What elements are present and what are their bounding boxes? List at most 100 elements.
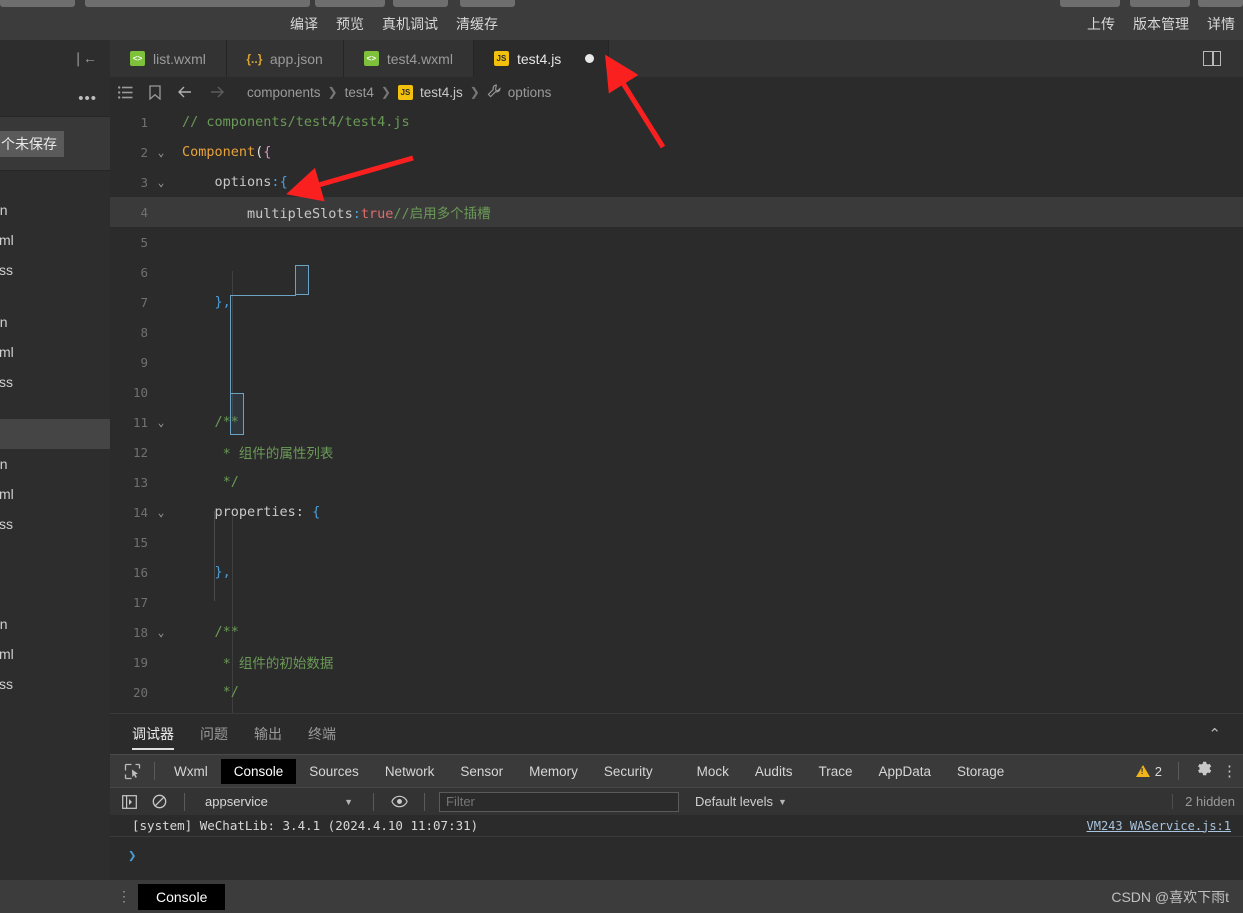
live-expression-icon[interactable] (388, 792, 410, 812)
breadcrumb-components[interactable]: components (247, 85, 321, 100)
menu-clear-cache[interactable]: 清缓存 (456, 17, 498, 31)
menu-compile[interactable]: 编译 (290, 17, 318, 31)
bottom-tab-terminal[interactable]: 终端 (308, 714, 336, 754)
code-lines-container[interactable]: 1// components/test4/test4.js 2 ⌄ Component… (110, 107, 1243, 713)
tab-test4-wxml[interactable]: <> test4.wxml (343, 40, 474, 77)
explorer-file-1[interactable]: on (0, 195, 110, 225)
code-line-11[interactable]: 11 ⌄ /** (110, 407, 1243, 437)
code-line-1[interactable]: 1 // components/test4/test4.js (110, 107, 1243, 137)
toolbar-button-4[interactable] (393, 0, 448, 7)
devtools-tab-console[interactable]: Console (220, 758, 297, 784)
console-output[interactable]: [system] WeChatLib: 3.4.1 (2024.4.10 11:… (110, 815, 1243, 875)
back-arrow-icon[interactable] (177, 85, 193, 99)
toolbar-button-3[interactable] (315, 0, 385, 7)
code-line-13[interactable]: 13 */ (110, 467, 1243, 497)
fold-chevron-icon[interactable]: ⌄ (148, 626, 174, 639)
status-badge[interactable]: 2 (1135, 764, 1162, 779)
explorer-file-4[interactable]: on (0, 307, 110, 337)
console-prompt[interactable]: ❯ (110, 837, 1243, 875)
devtools-tab-wxml[interactable]: Wxml (161, 759, 221, 784)
collapse-sidebar-icon[interactable]: ❘← (72, 50, 97, 67)
explorer-file-12[interactable]: xss (0, 669, 110, 699)
code-line-6[interactable]: 6 (110, 257, 1243, 287)
inspect-element-icon[interactable] (116, 763, 148, 780)
forward-arrow-icon[interactable] (209, 85, 225, 99)
devtools-tab-audits[interactable]: Audits (742, 759, 806, 784)
explorer-file-5[interactable]: xml (0, 337, 110, 367)
toolbar-button-1[interactable] (0, 0, 75, 7)
bottom-tab-output[interactable]: 输出 (254, 714, 282, 754)
bottom-tab-problems[interactable]: 问题 (200, 714, 228, 754)
devtools-tab-mock[interactable]: Mock (684, 759, 742, 784)
console-message-source[interactable]: VM243 WAService.js:1 (1087, 819, 1232, 833)
gear-icon[interactable] (1195, 760, 1212, 782)
code-line-9[interactable]: 9 (110, 347, 1243, 377)
fold-chevron-icon[interactable]: ⌄ (148, 146, 174, 159)
devtools-tab-security[interactable]: Security (591, 759, 666, 784)
tab-test4-js[interactable]: JS test4.js (473, 40, 610, 77)
console-levels-select[interactable]: Default levels ▼ (695, 794, 787, 809)
toolbar-button-7[interactable] (1130, 0, 1190, 7)
devtools-tab-network[interactable]: Network (372, 759, 448, 784)
fold-chevron-icon[interactable]: ⌄ (148, 416, 174, 429)
more-options-icon[interactable]: ••• (78, 90, 97, 107)
menu-upload[interactable]: 上传 (1087, 17, 1115, 31)
code-line-20[interactable]: 20 */ (110, 677, 1243, 707)
code-line-7[interactable]: 7 }, (110, 287, 1243, 317)
code-line-14[interactable]: 14 ⌄ properties: { (110, 497, 1243, 527)
menu-preview[interactable]: 预览 (336, 17, 364, 31)
console-message-row[interactable]: [system] WeChatLib: 3.4.1 (2024.4.10 11:… (110, 815, 1243, 837)
bottom-tab-debugger[interactable]: 调试器 (132, 714, 174, 754)
devtools-tab-appdata[interactable]: AppData (865, 759, 944, 784)
code-line-12[interactable]: 12 * 组件的属性列表 (110, 437, 1243, 467)
explorer-selected-row[interactable] (0, 419, 110, 449)
clear-console-icon[interactable] (148, 792, 170, 812)
tab-app-json[interactable]: {..} app.json (226, 40, 344, 77)
explorer-file-11[interactable]: xml (0, 639, 110, 669)
status-console-chip[interactable]: Console (138, 883, 226, 910)
devtools-tab-memory[interactable]: Memory (516, 759, 591, 784)
bookmark-icon[interactable] (149, 84, 161, 100)
explorer-file-7[interactable]: on (0, 449, 110, 479)
code-line-2[interactable]: 2 ⌄ Component({ (110, 137, 1243, 167)
explorer-file-8[interactable]: xml (0, 479, 110, 509)
code-line-8[interactable]: 8 (110, 317, 1243, 347)
chevron-up-icon[interactable]: ⌃ (1208, 725, 1221, 743)
fold-chevron-icon[interactable]: ⌄ (148, 506, 174, 519)
devtools-tab-storage[interactable]: Storage (944, 759, 1017, 784)
code-line-18[interactable]: 18 ⌄ /** (110, 617, 1243, 647)
tab-list-wxml[interactable]: <> list.wxml (110, 40, 227, 77)
outline-icon[interactable] (118, 85, 133, 99)
code-line-16[interactable]: 16 }, (110, 557, 1243, 587)
tab-test4js-dirty-dot[interactable] (585, 54, 595, 63)
code-line-5[interactable]: 5 (110, 227, 1243, 257)
breadcrumb-test4[interactable]: test4 (345, 85, 374, 100)
split-editor-icon[interactable] (1203, 51, 1221, 66)
code-line-4[interactable]: 4 multipleSlots:true//启用多个插槽 (110, 197, 1243, 227)
fold-chevron-icon[interactable]: ⌄ (148, 176, 174, 189)
toolbar-button-6[interactable] (1060, 0, 1120, 7)
toolbar-button-5[interactable] (460, 0, 515, 7)
console-context-select[interactable]: appservice ▼ (199, 794, 359, 809)
sidebar-collapse-area[interactable]: ❘← (0, 40, 110, 77)
breadcrumb-test4-js[interactable]: JS test4.js (397, 84, 463, 100)
file-explorer-sidebar[interactable]: ••• 个未保存 on xml xss on xml xss on xml xs… (0, 77, 110, 913)
devtools-tab-sensor[interactable]: Sensor (447, 759, 516, 784)
more-vertical-icon[interactable]: ⋮ (110, 888, 138, 905)
explorer-file-2[interactable]: xml (0, 225, 110, 255)
devtools-tab-trace[interactable]: Trace (805, 759, 865, 784)
console-sidebar-icon[interactable] (118, 792, 140, 812)
explorer-file-9[interactable]: xss (0, 509, 110, 539)
more-vertical-icon[interactable]: ⋮ (1222, 764, 1237, 779)
menu-remote-debug[interactable]: 真机调试 (382, 17, 438, 31)
console-filter-input[interactable] (439, 791, 679, 812)
explorer-file-6[interactable]: xss (0, 367, 110, 397)
breadcrumb-options[interactable]: options (487, 84, 551, 101)
code-line-17[interactable]: 17 (110, 587, 1243, 617)
code-line-15[interactable]: 15 (110, 527, 1243, 557)
menu-version-manage[interactable]: 版本管理 (1133, 17, 1189, 31)
menu-details[interactable]: 详情 (1207, 17, 1235, 31)
code-line-19[interactable]: 19 * 组件的初始数据 (110, 647, 1243, 677)
toolbar-button-2[interactable] (85, 0, 310, 7)
code-line-10[interactable]: 10 (110, 377, 1243, 407)
